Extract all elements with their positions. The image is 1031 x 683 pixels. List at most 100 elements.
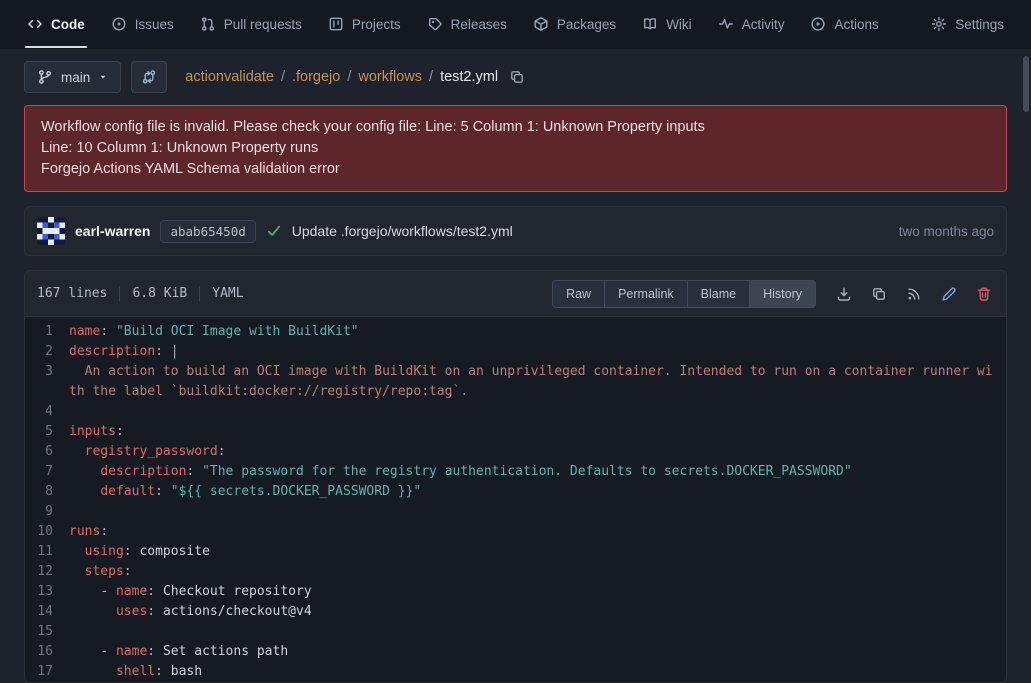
line-number[interactable]: 16 bbox=[25, 642, 69, 662]
copy-icon bbox=[509, 69, 525, 85]
line-number[interactable]: 10 bbox=[25, 522, 69, 542]
file-actions: RawPermalinkBlameHistory bbox=[552, 280, 994, 308]
tab-label: Code bbox=[51, 17, 85, 32]
code-line: 8 default: "${{ secrets.DOCKER_PASSWORD … bbox=[25, 482, 1006, 502]
tab-label: Pull requests bbox=[224, 17, 302, 32]
line-number[interactable]: 15 bbox=[25, 622, 69, 642]
raw-button[interactable]: Raw bbox=[552, 280, 605, 308]
download-button[interactable] bbox=[834, 284, 854, 304]
history-button[interactable]: History bbox=[749, 280, 816, 308]
tab-projects[interactable]: Projects bbox=[315, 0, 414, 48]
code-line: 15 bbox=[25, 622, 1006, 642]
pull-request-icon bbox=[200, 16, 216, 32]
file-header: 167 lines 6.8 KiB YAML RawPermalinkBlame… bbox=[25, 271, 1006, 317]
file-language: YAML bbox=[212, 286, 243, 301]
breadcrumb-repo-link[interactable]: actionvalidate bbox=[185, 69, 274, 85]
tab-actions[interactable]: Actions bbox=[797, 0, 891, 48]
tab-settings[interactable]: Settings bbox=[918, 0, 1017, 48]
code-line: 5inputs: bbox=[25, 422, 1006, 442]
file-view-buttons: RawPermalinkBlameHistory bbox=[552, 280, 816, 308]
line-number[interactable]: 14 bbox=[25, 602, 69, 622]
code-line: 9 bbox=[25, 502, 1006, 522]
line-number[interactable]: 13 bbox=[25, 582, 69, 602]
repo-nav-right: Settings bbox=[918, 0, 1017, 48]
tab-activity[interactable]: Activity bbox=[705, 0, 798, 48]
code-icon bbox=[27, 16, 43, 32]
caret-down-icon bbox=[98, 72, 108, 82]
line-content bbox=[69, 502, 1006, 522]
tab-packages[interactable]: Packages bbox=[520, 0, 629, 48]
error-banner: Workflow config file is invalid. Please … bbox=[24, 105, 1007, 192]
tab-pull-requests[interactable]: Pull requests bbox=[187, 0, 315, 48]
error-line: Forgejo Actions YAML Schema validation e… bbox=[41, 159, 990, 180]
latest-commit-bar: earl-warren abab65450d Update .forgejo/w… bbox=[24, 206, 1007, 256]
commit-author-avatar[interactable] bbox=[37, 217, 65, 245]
tab-code[interactable]: Code bbox=[14, 0, 98, 48]
scrollbar-thumb[interactable] bbox=[1023, 56, 1029, 112]
code-line: 17 shell: bash bbox=[25, 662, 1006, 682]
line-number[interactable]: 11 bbox=[25, 542, 69, 562]
file-size: 6.8 KiB bbox=[132, 286, 187, 301]
line-number[interactable]: 1 bbox=[25, 322, 69, 342]
branch-selector[interactable]: main bbox=[24, 61, 121, 93]
tab-issues[interactable]: Issues bbox=[98, 0, 187, 48]
code-lines: 1name: "Build OCI Image with BuildKit"2d… bbox=[25, 317, 1006, 682]
line-number[interactable]: 3 bbox=[25, 362, 69, 402]
line-content: steps: bbox=[69, 562, 1006, 582]
tag-icon bbox=[427, 16, 443, 32]
file-info: 167 lines 6.8 KiB YAML bbox=[37, 286, 244, 301]
gear-icon bbox=[931, 16, 947, 32]
breadcrumb-dir-link[interactable]: workflows bbox=[358, 69, 422, 85]
tab-wiki[interactable]: Wiki bbox=[629, 0, 705, 48]
copy-file-button[interactable] bbox=[869, 284, 889, 304]
line-content: An action to build an OCI image with Bui… bbox=[69, 362, 1006, 402]
line-content: registry_password: bbox=[69, 442, 1006, 462]
code-line: 2description: | bbox=[25, 342, 1006, 362]
rss-icon bbox=[906, 286, 922, 302]
permalink-button[interactable]: Permalink bbox=[604, 280, 688, 308]
line-number[interactable]: 2 bbox=[25, 342, 69, 362]
breadcrumb-separator: / bbox=[281, 69, 285, 85]
code-line: 14 uses: actions/checkout@v4 bbox=[25, 602, 1006, 622]
line-content: using: composite bbox=[69, 542, 1006, 562]
copy-path-button[interactable] bbox=[507, 67, 527, 87]
rss-feed-button[interactable] bbox=[904, 284, 924, 304]
play-circle-icon bbox=[810, 16, 826, 32]
package-icon bbox=[533, 16, 549, 32]
breadcrumb-separator: / bbox=[347, 69, 351, 85]
tab-label: Actions bbox=[834, 17, 878, 32]
activity-icon bbox=[718, 16, 734, 32]
line-number[interactable]: 5 bbox=[25, 422, 69, 442]
repo-tabs: Code Issues Pull requests ProjectsReleasesP… bbox=[14, 0, 892, 48]
tab-label: Issues bbox=[135, 17, 174, 32]
line-number[interactable]: 8 bbox=[25, 482, 69, 502]
line-number[interactable]: 4 bbox=[25, 402, 69, 422]
branch-bar: main actionvalidate / .forgejo / workflo… bbox=[24, 61, 1007, 93]
code-line: 12 steps: bbox=[25, 562, 1006, 582]
compare-button[interactable] bbox=[131, 61, 167, 93]
edit-button[interactable] bbox=[939, 284, 959, 304]
line-number[interactable]: 7 bbox=[25, 462, 69, 482]
commit-hash-badge[interactable]: abab65450d bbox=[160, 220, 255, 243]
line-content: uses: actions/checkout@v4 bbox=[69, 602, 1006, 622]
error-line: Workflow config file is invalid. Please … bbox=[41, 117, 990, 138]
line-content: runs: bbox=[69, 522, 1006, 542]
breadcrumb-separator: / bbox=[429, 69, 433, 85]
commit-message-link[interactable]: Update .forgejo/workflows/test2.yml bbox=[292, 223, 513, 239]
code-line: 6 registry_password: bbox=[25, 442, 1006, 462]
breadcrumb-current-file: test2.yml bbox=[440, 69, 498, 85]
blame-button[interactable]: Blame bbox=[687, 280, 750, 308]
breadcrumb-dir-link[interactable]: .forgejo bbox=[292, 69, 340, 85]
delete-button[interactable] bbox=[974, 284, 994, 304]
issue-icon bbox=[111, 16, 127, 32]
line-number[interactable]: 6 bbox=[25, 442, 69, 462]
commit-author-name[interactable]: earl-warren bbox=[75, 223, 150, 239]
pencil-icon bbox=[941, 286, 957, 302]
line-number[interactable]: 9 bbox=[25, 502, 69, 522]
line-number[interactable]: 12 bbox=[25, 562, 69, 582]
line-number[interactable]: 17 bbox=[25, 662, 69, 682]
line-content bbox=[69, 622, 1006, 642]
tab-releases[interactable]: Releases bbox=[414, 0, 520, 48]
file-view: 167 lines 6.8 KiB YAML RawPermalinkBlame… bbox=[24, 270, 1007, 683]
line-content bbox=[69, 402, 1006, 422]
